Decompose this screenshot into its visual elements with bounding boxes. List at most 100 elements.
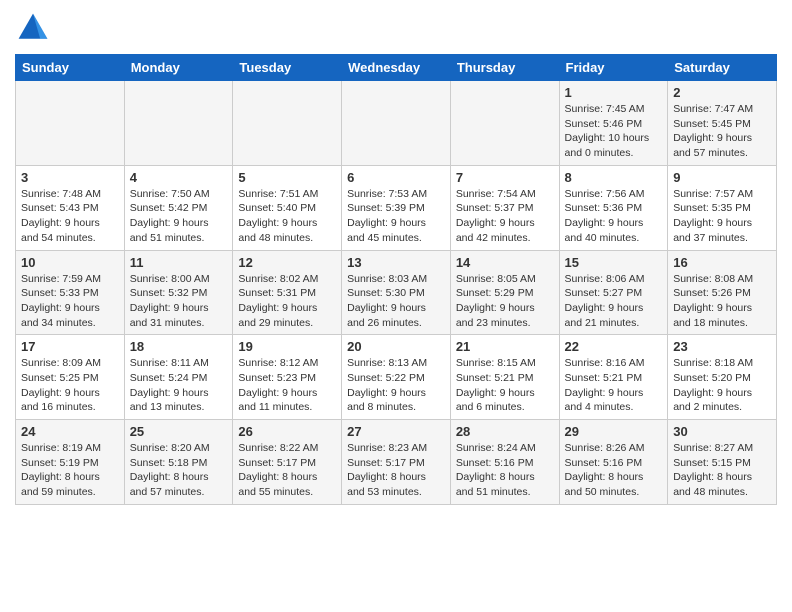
day-number: 23 <box>673 339 771 354</box>
calendar-cell: 23Sunrise: 8:18 AM Sunset: 5:20 PM Dayli… <box>668 335 777 420</box>
day-info: Sunrise: 8:12 AM Sunset: 5:23 PM Dayligh… <box>238 356 336 415</box>
day-info: Sunrise: 7:45 AM Sunset: 5:46 PM Dayligh… <box>565 102 663 161</box>
calendar-cell: 11 Sunrise: 8:00 AM Sunset: 5:32 PM Dayli… <box>124 250 233 335</box>
calendar-cell: 22 Sunrise: 8:16 AM Sunset: 5:21 PM Dayli… <box>559 335 668 420</box>
day-number: 25 <box>130 424 228 439</box>
calendar-cell: 12Sunrise: 8:02 AM Sunset: 5:31 PM Dayli… <box>233 250 342 335</box>
week-row-2: 3 Sunrise: 7:48 AM Sunset: 5:43 PM Daylig… <box>16 165 777 250</box>
calendar-cell: 20 Sunrise: 8:13 AM Sunset: 5:22 PM Dayli… <box>342 335 451 420</box>
day-number: 24 <box>21 424 119 439</box>
calendar-cell <box>124 81 233 166</box>
header <box>15 10 777 46</box>
week-row-1: 1 Sunrise: 7:45 AM Sunset: 5:46 PM Daylig… <box>16 81 777 166</box>
calendar-cell: 16 Sunrise: 8:08 AM Sunset: 5:26 PM Dayli… <box>668 250 777 335</box>
calendar-cell: 4 Sunrise: 7:50 AM Sunset: 5:42 PM Daylig… <box>124 165 233 250</box>
calendar-cell: 1 Sunrise: 7:45 AM Sunset: 5:46 PM Daylig… <box>559 81 668 166</box>
day-number: 13 <box>347 255 445 270</box>
weekday-wednesday: Wednesday <box>342 55 451 81</box>
calendar-body: 1 Sunrise: 7:45 AM Sunset: 5:46 PM Daylig… <box>16 81 777 505</box>
logo <box>15 10 55 46</box>
day-number: 19 <box>238 339 336 354</box>
day-info: Sunrise: 7:53 AM Sunset: 5:39 PM Dayligh… <box>347 187 445 246</box>
day-number: 4 <box>130 170 228 185</box>
calendar-cell: 25 Sunrise: 8:20 AM Sunset: 5:18 PM Dayli… <box>124 420 233 505</box>
weekday-monday: Monday <box>124 55 233 81</box>
day-info: Sunrise: 8:13 AM Sunset: 5:22 PM Dayligh… <box>347 356 445 415</box>
weekday-saturday: Saturday <box>668 55 777 81</box>
day-number: 9 <box>673 170 771 185</box>
day-number: 7 <box>456 170 554 185</box>
calendar-cell: 5 Sunrise: 7:51 AM Sunset: 5:40 PM Daylig… <box>233 165 342 250</box>
day-number: 3 <box>21 170 119 185</box>
day-info: Sunrise: 7:57 AM Sunset: 5:35 PM Dayligh… <box>673 187 771 246</box>
calendar-cell: 27 Sunrise: 8:23 AM Sunset: 5:17 PM Dayli… <box>342 420 451 505</box>
calendar-cell: 19 Sunrise: 8:12 AM Sunset: 5:23 PM Dayli… <box>233 335 342 420</box>
week-row-5: 24Sunrise: 8:19 AM Sunset: 5:19 PM Dayli… <box>16 420 777 505</box>
day-info: Sunrise: 8:05 AM Sunset: 5:29 PM Dayligh… <box>456 272 554 331</box>
calendar-cell <box>16 81 125 166</box>
day-number: 10 <box>21 255 119 270</box>
calendar-cell: 18Sunrise: 8:11 AM Sunset: 5:24 PM Dayli… <box>124 335 233 420</box>
calendar-cell: 14 Sunrise: 8:05 AM Sunset: 5:29 PM Dayli… <box>450 250 559 335</box>
week-row-4: 17 Sunrise: 8:09 AM Sunset: 5:25 PM Dayli… <box>16 335 777 420</box>
day-info: Sunrise: 8:24 AM Sunset: 5:16 PM Dayligh… <box>456 441 554 500</box>
day-info: Sunrise: 8:15 AM Sunset: 5:21 PM Dayligh… <box>456 356 554 415</box>
calendar-cell: 17 Sunrise: 8:09 AM Sunset: 5:25 PM Dayli… <box>16 335 125 420</box>
day-info: Sunrise: 8:08 AM Sunset: 5:26 PM Dayligh… <box>673 272 771 331</box>
calendar-cell: 29 Sunrise: 8:26 AM Sunset: 5:16 PM Dayli… <box>559 420 668 505</box>
week-row-3: 10 Sunrise: 7:59 AM Sunset: 5:33 PM Dayli… <box>16 250 777 335</box>
day-info: Sunrise: 8:20 AM Sunset: 5:18 PM Dayligh… <box>130 441 228 500</box>
weekday-row: SundayMondayTuesdayWednesdayThursdayFrid… <box>16 55 777 81</box>
calendar-cell: 15 Sunrise: 8:06 AM Sunset: 5:27 PM Dayli… <box>559 250 668 335</box>
calendar-cell: 2 Sunrise: 7:47 AM Sunset: 5:45 PM Daylig… <box>668 81 777 166</box>
day-info: Sunrise: 8:02 AM Sunset: 5:31 PM Dayligh… <box>238 272 336 331</box>
day-info: Sunrise: 8:22 AM Sunset: 5:17 PM Dayligh… <box>238 441 336 500</box>
day-number: 16 <box>673 255 771 270</box>
day-number: 14 <box>456 255 554 270</box>
day-number: 30 <box>673 424 771 439</box>
day-number: 28 <box>456 424 554 439</box>
day-info: Sunrise: 7:47 AM Sunset: 5:45 PM Dayligh… <box>673 102 771 161</box>
calendar-cell: 28 Sunrise: 8:24 AM Sunset: 5:16 PM Dayli… <box>450 420 559 505</box>
calendar-cell: 3 Sunrise: 7:48 AM Sunset: 5:43 PM Daylig… <box>16 165 125 250</box>
day-info: Sunrise: 8:26 AM Sunset: 5:16 PM Dayligh… <box>565 441 663 500</box>
day-number: 15 <box>565 255 663 270</box>
day-info: Sunrise: 8:11 AM Sunset: 5:24 PM Dayligh… <box>130 356 228 415</box>
calendar-cell: 6 Sunrise: 7:53 AM Sunset: 5:39 PM Daylig… <box>342 165 451 250</box>
day-number: 29 <box>565 424 663 439</box>
day-info: Sunrise: 8:09 AM Sunset: 5:25 PM Dayligh… <box>21 356 119 415</box>
day-info: Sunrise: 7:56 AM Sunset: 5:36 PM Dayligh… <box>565 187 663 246</box>
page: SundayMondayTuesdayWednesdayThursdayFrid… <box>0 0 792 520</box>
day-info: Sunrise: 7:51 AM Sunset: 5:40 PM Dayligh… <box>238 187 336 246</box>
day-info: Sunrise: 7:48 AM Sunset: 5:43 PM Dayligh… <box>21 187 119 246</box>
calendar-cell: 24Sunrise: 8:19 AM Sunset: 5:19 PM Dayli… <box>16 420 125 505</box>
calendar-cell: 10 Sunrise: 7:59 AM Sunset: 5:33 PM Dayli… <box>16 250 125 335</box>
day-number: 5 <box>238 170 336 185</box>
day-number: 8 <box>565 170 663 185</box>
day-number: 22 <box>565 339 663 354</box>
day-number: 21 <box>456 339 554 354</box>
day-number: 6 <box>347 170 445 185</box>
calendar-cell: 21 Sunrise: 8:15 AM Sunset: 5:21 PM Dayli… <box>450 335 559 420</box>
day-number: 11 <box>130 255 228 270</box>
day-info: Sunrise: 7:59 AM Sunset: 5:33 PM Dayligh… <box>21 272 119 331</box>
day-info: Sunrise: 7:54 AM Sunset: 5:37 PM Dayligh… <box>456 187 554 246</box>
day-info: Sunrise: 8:16 AM Sunset: 5:21 PM Dayligh… <box>565 356 663 415</box>
day-info: Sunrise: 7:50 AM Sunset: 5:42 PM Dayligh… <box>130 187 228 246</box>
day-number: 20 <box>347 339 445 354</box>
day-number: 26 <box>238 424 336 439</box>
calendar-header: SundayMondayTuesdayWednesdayThursdayFrid… <box>16 55 777 81</box>
day-number: 1 <box>565 85 663 100</box>
calendar-cell: 7 Sunrise: 7:54 AM Sunset: 5:37 PM Daylig… <box>450 165 559 250</box>
day-info: Sunrise: 8:06 AM Sunset: 5:27 PM Dayligh… <box>565 272 663 331</box>
calendar-cell: 30 Sunrise: 8:27 AM Sunset: 5:15 PM Dayli… <box>668 420 777 505</box>
calendar-cell: 13Sunrise: 8:03 AM Sunset: 5:30 PM Dayli… <box>342 250 451 335</box>
day-info: Sunrise: 8:27 AM Sunset: 5:15 PM Dayligh… <box>673 441 771 500</box>
day-info: Sunrise: 8:23 AM Sunset: 5:17 PM Dayligh… <box>347 441 445 500</box>
calendar-cell: 26 Sunrise: 8:22 AM Sunset: 5:17 PM Dayli… <box>233 420 342 505</box>
day-number: 2 <box>673 85 771 100</box>
day-info: Sunrise: 8:00 AM Sunset: 5:32 PM Dayligh… <box>130 272 228 331</box>
calendar: SundayMondayTuesdayWednesdayThursdayFrid… <box>15 54 777 505</box>
day-number: 17 <box>21 339 119 354</box>
day-number: 27 <box>347 424 445 439</box>
